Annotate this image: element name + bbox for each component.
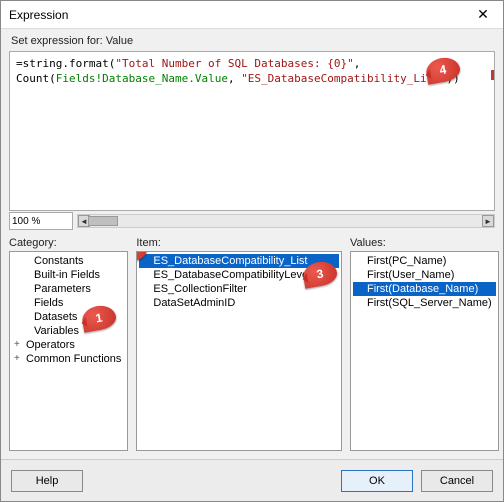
item-pane: Item: 2 ES_DatabaseCompatibility_List ES… bbox=[136, 237, 342, 451]
item-row[interactable]: DataSetAdminID bbox=[139, 296, 339, 310]
ok-button[interactable]: OK bbox=[341, 470, 413, 492]
scroll-right-icon[interactable]: ► bbox=[482, 215, 494, 227]
category-parameters[interactable]: Parameters bbox=[12, 282, 125, 296]
zoom-select[interactable] bbox=[9, 212, 73, 230]
values-row[interactable]: First(SQL_Server_Name) bbox=[353, 296, 496, 310]
expression-editor[interactable]: =string.format("Total Number of SQL Data… bbox=[9, 51, 495, 211]
subheader-label: Set expression for: Value bbox=[1, 29, 503, 49]
footer-button-group: OK Cancel bbox=[341, 470, 493, 492]
close-button[interactable]: ✕ bbox=[463, 1, 503, 29]
category-box: Constants Built-in Fields Parameters Fie… bbox=[9, 251, 128, 451]
titlebar: Expression ✕ bbox=[1, 1, 503, 29]
code-line-2: Count(Fields!Database_Name.Value, "ES_Da… bbox=[16, 71, 488, 86]
values-box: First(PC_Name) First(User_Name) First(Da… bbox=[350, 251, 499, 451]
values-row[interactable]: First(User_Name) bbox=[353, 268, 496, 282]
values-pane: Values: First(PC_Name) First(User_Name) … bbox=[350, 237, 499, 451]
category-label: Category: bbox=[9, 237, 128, 249]
category-pane: Category: Constants Built-in Fields Para… bbox=[9, 237, 128, 451]
category-constants[interactable]: Constants bbox=[12, 254, 125, 268]
help-button[interactable]: Help bbox=[11, 470, 83, 492]
category-datasets[interactable]: Datasets 1 bbox=[12, 310, 125, 324]
category-operators[interactable]: Operators bbox=[12, 338, 125, 352]
item-box: 2 ES_DatabaseCompatibility_List ES_Datab… bbox=[136, 251, 342, 451]
category-tree[interactable]: Constants Built-in Fields Parameters Fie… bbox=[10, 252, 127, 368]
picker-panes: Category: Constants Built-in Fields Para… bbox=[9, 237, 495, 451]
code-line-1: =string.format("Total Number of SQL Data… bbox=[16, 56, 488, 71]
category-builtin-fields[interactable]: Built-in Fields bbox=[12, 268, 125, 282]
cancel-button[interactable]: Cancel bbox=[421, 470, 493, 492]
values-label: Values: bbox=[350, 237, 499, 249]
values-row[interactable]: First(Database_Name) bbox=[353, 282, 496, 296]
item-label: Item: bbox=[136, 237, 342, 249]
category-common-functions[interactable]: Common Functions bbox=[12, 352, 125, 366]
change-marker bbox=[491, 70, 494, 80]
values-row[interactable]: First(PC_Name) bbox=[353, 254, 496, 268]
window-title: Expression bbox=[9, 8, 68, 22]
scroll-thumb[interactable] bbox=[88, 216, 118, 226]
close-icon: ✕ bbox=[477, 6, 489, 23]
expression-dialog: Expression ✕ Set expression for: Value =… bbox=[0, 0, 504, 502]
dialog-footer: Help OK Cancel bbox=[1, 459, 503, 501]
values-list[interactable]: First(PC_Name) First(User_Name) First(Da… bbox=[351, 252, 498, 312]
editor-h-scrollbar[interactable]: ◄ ► bbox=[77, 214, 495, 228]
zoom-row: ◄ ► bbox=[9, 211, 495, 231]
